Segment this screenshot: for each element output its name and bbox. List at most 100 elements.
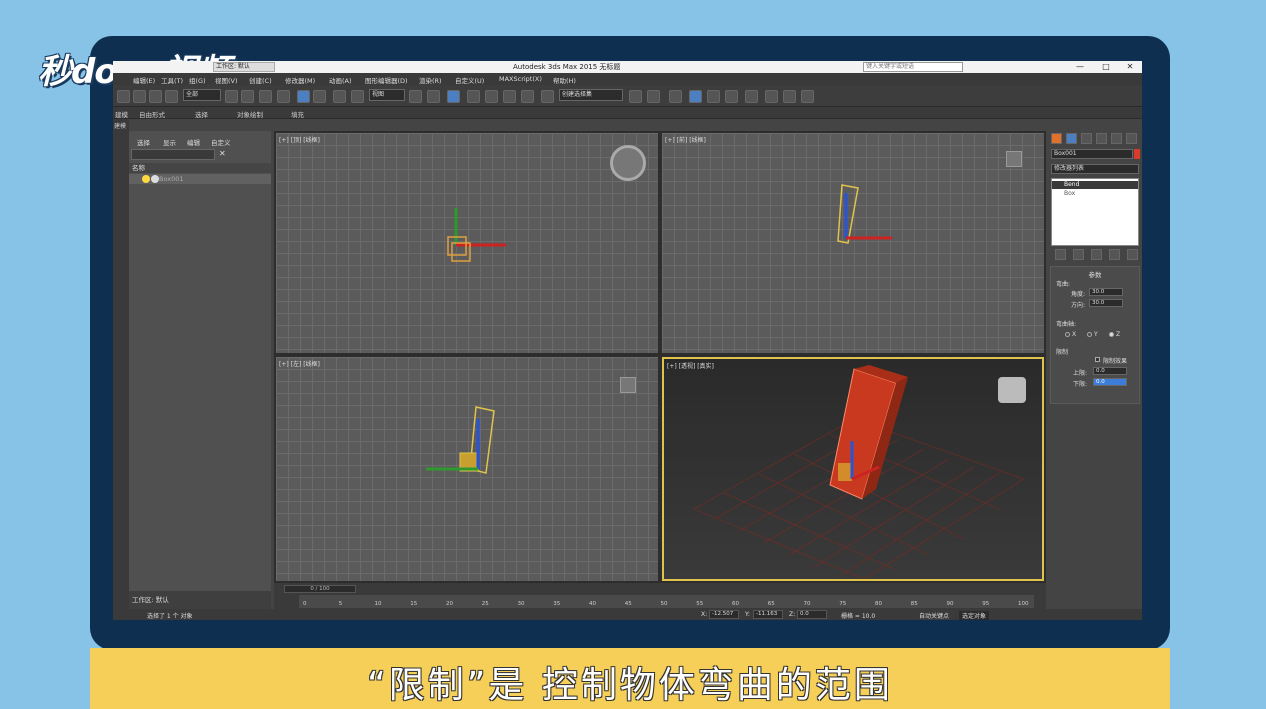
- reference-coord-dropdown[interactable]: 视图: [369, 89, 405, 101]
- percent-snap-icon[interactable]: [503, 90, 516, 103]
- viewport-front[interactable]: [+] [前] [线框]: [662, 133, 1044, 353]
- search-input[interactable]: 键入关键字或短语: [863, 62, 963, 72]
- explorer-tab-customize[interactable]: 自定义: [211, 137, 231, 147]
- direction-spinner[interactable]: 30.0: [1089, 299, 1123, 307]
- stack-item-box[interactable]: Box: [1052, 190, 1138, 198]
- modify-tab-icon[interactable]: [1066, 133, 1077, 144]
- explorer-workspace[interactable]: 工作区: 默认: [129, 591, 271, 609]
- parameters-title[interactable]: 参数: [1051, 269, 1139, 279]
- ribbon-tab-object-paint[interactable]: 对象绘制: [237, 109, 263, 119]
- unlink-icon[interactable]: [149, 90, 162, 103]
- window-crossing-icon[interactable]: [277, 90, 290, 103]
- ribbon-tab-selection[interactable]: 选择: [195, 109, 208, 119]
- maximize-button[interactable]: □: [1094, 61, 1118, 73]
- time-slider[interactable]: 0 / 100: [284, 585, 356, 593]
- remove-modifier-icon[interactable]: [1109, 249, 1120, 260]
- make-unique-icon[interactable]: [1091, 249, 1102, 260]
- viewport-top[interactable]: [+] [顶] [线框]: [276, 133, 658, 353]
- ribbon-tab-populate[interactable]: 填充: [291, 109, 304, 119]
- axis-y-radio[interactable]: [1087, 332, 1092, 337]
- explorer-row-box001[interactable]: Box001: [129, 174, 271, 184]
- undo-icon[interactable]: [117, 90, 130, 103]
- hierarchy-tab-icon[interactable]: [1081, 133, 1092, 144]
- pin-stack-icon[interactable]: [1055, 249, 1066, 260]
- schematic-view-icon[interactable]: [725, 90, 738, 103]
- viewport-perspective[interactable]: [+] [透视] [真实]: [662, 357, 1044, 581]
- x-coord-field[interactable]: -12.507: [709, 610, 739, 619]
- mirror-icon[interactable]: [629, 90, 642, 103]
- spinner-snap-icon[interactable]: [521, 90, 534, 103]
- menu-tools[interactable]: 工具(T): [161, 75, 183, 85]
- axis-z-radio[interactable]: [1109, 332, 1114, 337]
- render-setup-icon[interactable]: [765, 90, 778, 103]
- menu-edit[interactable]: 编辑(E): [133, 75, 155, 85]
- ribbon-tab-modeling[interactable]: 建模: [115, 109, 128, 119]
- menu-rendering[interactable]: 渲染(R): [419, 75, 442, 85]
- render-production-icon[interactable]: [801, 90, 814, 103]
- snap-toggle-icon[interactable]: [467, 90, 480, 103]
- pivot-center-icon[interactable]: [409, 90, 422, 103]
- explorer-column-name[interactable]: 名称: [129, 163, 271, 173]
- viewport-left[interactable]: [+] [左] [线框]: [276, 357, 658, 581]
- create-tab-icon[interactable]: [1051, 133, 1062, 144]
- named-selection-dropdown[interactable]: 创建选择集: [559, 89, 623, 101]
- angle-snap-icon[interactable]: [485, 90, 498, 103]
- workspace-dropdown[interactable]: 工作区: 默认: [213, 62, 275, 72]
- angle-spinner[interactable]: 30.0: [1089, 288, 1123, 296]
- move-transform-icon[interactable]: [427, 90, 440, 103]
- explorer-tab-select[interactable]: 选择: [137, 137, 150, 147]
- menu-animation[interactable]: 动画(A): [329, 75, 352, 85]
- object-color-swatch[interactable]: [1134, 149, 1140, 159]
- modifier-list-dropdown[interactable]: 修改器列表: [1051, 164, 1139, 174]
- lower-limit-spinner[interactable]: 0.0: [1093, 378, 1127, 386]
- auto-key-label[interactable]: 自动关键点: [919, 611, 949, 620]
- menu-help[interactable]: 帮助(H): [553, 75, 576, 85]
- keyboard-shortcut-icon[interactable]: [447, 90, 460, 103]
- z-coord-field[interactable]: 0.0: [797, 610, 827, 619]
- select-move-icon[interactable]: [297, 90, 310, 103]
- track-bar[interactable]: 0 5 10 15 20 25 30 35 40 45 50 55 60 65 70 75 80 85 90 95 10…: [299, 595, 1034, 608]
- axis-x-radio[interactable]: [1065, 332, 1070, 337]
- place-icon[interactable]: [351, 90, 364, 103]
- select-object-icon[interactable]: [225, 90, 238, 103]
- limit-effect-checkbox[interactable]: [1095, 357, 1100, 362]
- close-button[interactable]: ✕: [1118, 61, 1142, 73]
- upper-limit-spinner[interactable]: 0.0: [1093, 367, 1127, 375]
- menu-modifiers[interactable]: 修改器(M): [285, 75, 315, 85]
- align-icon[interactable]: [647, 90, 660, 103]
- explorer-tab-display[interactable]: 显示: [163, 137, 176, 147]
- object-name-field[interactable]: Box001: [1051, 149, 1133, 159]
- rect-selection-icon[interactable]: [259, 90, 272, 103]
- rendered-frame-icon[interactable]: [783, 90, 796, 103]
- curve-editor-icon[interactable]: [707, 90, 720, 103]
- selected-objects-dropdown[interactable]: 选定对象: [959, 611, 990, 620]
- menu-group[interactable]: 组(G): [189, 75, 206, 85]
- select-by-name-icon[interactable]: [241, 90, 254, 103]
- select-rotate-icon[interactable]: [313, 90, 326, 103]
- menu-customize[interactable]: 自定义(U): [455, 75, 484, 85]
- select-scale-icon[interactable]: [333, 90, 346, 103]
- minimize-button[interactable]: —: [1068, 61, 1092, 73]
- motion-tab-icon[interactable]: [1096, 133, 1107, 144]
- viewcube-icon[interactable]: [998, 377, 1026, 403]
- show-end-result-icon[interactable]: [1073, 249, 1084, 260]
- selection-filter-dropdown[interactable]: 全部: [183, 89, 221, 101]
- clear-search-icon[interactable]: ✕: [219, 149, 226, 158]
- stack-item-bend[interactable]: Bend: [1052, 181, 1138, 189]
- menu-views[interactable]: 视图(V): [215, 75, 238, 85]
- layer-explorer-icon[interactable]: [669, 90, 682, 103]
- explorer-tab-edit[interactable]: 编辑: [187, 137, 200, 147]
- configure-sets-icon[interactable]: [1127, 249, 1138, 260]
- explorer-search-input[interactable]: [131, 149, 215, 160]
- menu-create[interactable]: 创建(C): [249, 75, 272, 85]
- edit-named-selection-icon[interactable]: [541, 90, 554, 103]
- display-tab-icon[interactable]: [1111, 133, 1122, 144]
- light-bulb-icon[interactable]: [142, 175, 150, 183]
- bind-spacewarp-icon[interactable]: [165, 90, 178, 103]
- menu-maxscript[interactable]: MAXScript(X): [499, 75, 542, 83]
- menu-graph-editors[interactable]: 图形编辑器(D): [365, 75, 408, 85]
- material-editor-icon[interactable]: [745, 90, 758, 103]
- scene-explorer-icon[interactable]: [689, 90, 702, 103]
- utilities-tab-icon[interactable]: [1126, 133, 1137, 144]
- y-coord-field[interactable]: -11.163: [753, 610, 783, 619]
